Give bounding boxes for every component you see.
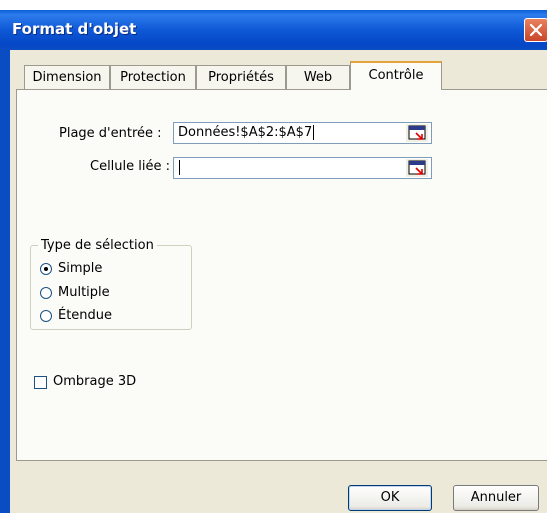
tab-dimension[interactable]: Dimension <box>24 65 110 89</box>
radio-simple-label: Simple <box>58 261 103 276</box>
input-range-value: Données!$A$2:$A$7 <box>178 125 313 140</box>
title-bar: Format d'objet <box>0 10 547 50</box>
selection-type-legend: Type de sélection <box>38 238 157 253</box>
range-selector-icon <box>408 160 426 175</box>
input-range-collapse-button[interactable] <box>406 124 428 142</box>
close-icon <box>529 23 543 37</box>
radio-button[interactable] <box>40 310 52 322</box>
shading-3d-checkbox[interactable] <box>34 376 47 389</box>
text-caret <box>313 125 315 140</box>
window-title: Format d'objet <box>12 20 137 38</box>
ok-button[interactable]: OK <box>348 485 432 511</box>
radio-multiple-label: Multiple <box>58 285 110 300</box>
desktop-strip <box>0 0 547 10</box>
range-selector-icon <box>408 125 426 140</box>
linked-cell-field[interactable] <box>173 157 432 179</box>
linked-cell-collapse-button[interactable] <box>406 159 428 177</box>
input-range-field[interactable]: Données!$A$2:$A$7 <box>173 122 432 144</box>
radio-etendue-label: Étendue <box>58 308 113 323</box>
shading-3d-label: Ombrage 3D <box>53 374 137 389</box>
tab-web[interactable]: Web <box>286 65 350 89</box>
tab-protection[interactable]: Protection <box>110 65 196 89</box>
radio-button-selected[interactable] <box>40 263 52 275</box>
cancel-button[interactable]: Annuler <box>453 485 539 511</box>
text-caret <box>179 160 180 175</box>
input-range-label: Plage d'entrée : <box>59 126 162 141</box>
radio-button[interactable] <box>40 287 52 299</box>
linked-cell-label: Cellule liée : <box>90 159 171 174</box>
close-button[interactable] <box>524 18 547 42</box>
window-frame <box>0 50 10 513</box>
tab-proprietes[interactable]: Propriétés <box>196 65 286 89</box>
tab-controle[interactable]: Contrôle <box>350 61 442 90</box>
